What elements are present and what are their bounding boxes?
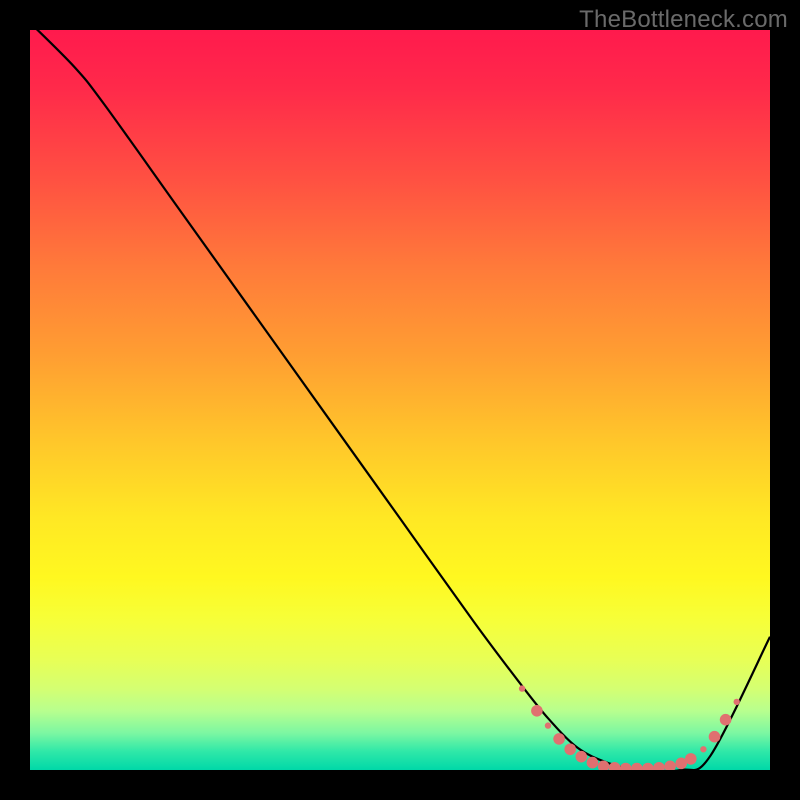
curve-marker (685, 753, 697, 765)
curve-marker (531, 705, 543, 717)
curve-markers (519, 685, 740, 770)
curve-marker (720, 714, 732, 726)
curve-marker (587, 757, 599, 769)
curve-marker (576, 751, 588, 763)
curve-marker (653, 762, 665, 770)
curve-marker (519, 685, 525, 691)
curve-marker (700, 746, 706, 752)
bottleneck-curve (30, 30, 770, 770)
curve-marker (709, 731, 721, 743)
plot-area (30, 30, 770, 770)
curve-marker (609, 762, 621, 770)
curve-marker (631, 763, 643, 770)
curve-marker (675, 758, 687, 770)
curve-marker (620, 763, 632, 770)
curve-marker (553, 733, 565, 745)
curve-marker (564, 743, 576, 755)
curve-marker (545, 722, 551, 728)
curve-marker (664, 761, 676, 771)
chart-svg (30, 30, 770, 770)
curve-marker (642, 763, 654, 770)
curve-marker (598, 761, 610, 771)
curve-marker (734, 699, 740, 705)
chart-frame: TheBottleneck.com (0, 0, 800, 800)
